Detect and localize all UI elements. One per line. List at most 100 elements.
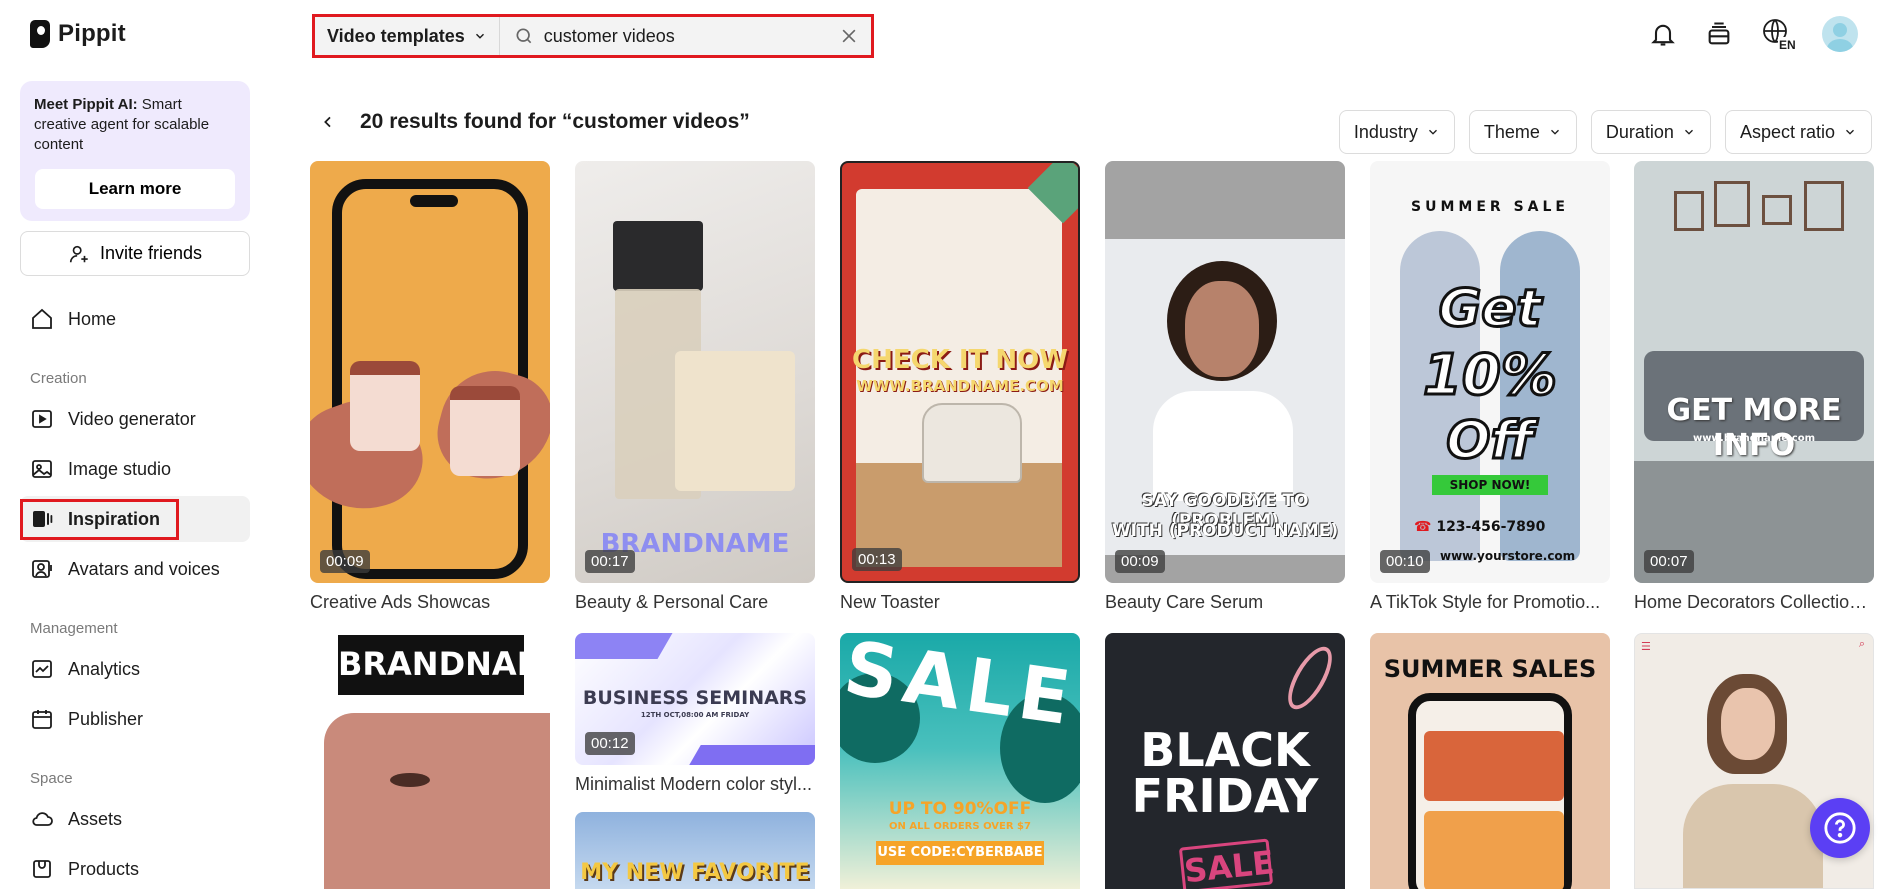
notifications-button[interactable]	[1648, 17, 1678, 51]
clear-icon[interactable]	[839, 26, 859, 46]
shirt-illustration	[1153, 391, 1293, 501]
back-button[interactable]	[318, 110, 338, 134]
frame-decoration	[1762, 195, 1792, 225]
search-icon	[516, 28, 531, 44]
sidebar-item-label: Image studio	[68, 458, 172, 479]
thumbnail-overlay-text: CHECK IT NOW	[852, 345, 1068, 375]
sidebar-item-image-studio[interactable]: Image studio	[20, 446, 250, 492]
ribbon-decoration	[1279, 640, 1341, 716]
thumbnail-overlay-subtext: ON ALL ORDERS OVER $7	[889, 821, 1031, 832]
duration-badge: 00:12	[585, 732, 635, 755]
template-thumbnail: BLACK FRIDAY SALE	[1105, 633, 1345, 889]
user-avatar[interactable]	[1822, 16, 1858, 52]
duration-badge: 00:09	[320, 550, 370, 573]
sidebar-item-products[interactable]: Products	[20, 846, 250, 889]
frame-decoration	[1674, 191, 1704, 231]
products-icon	[33, 860, 51, 878]
bell-icon	[1651, 24, 1675, 46]
section-management: Management	[30, 620, 118, 637]
subscription-button[interactable]	[1704, 17, 1734, 51]
invite-friends-button[interactable]: Invite friends	[20, 231, 250, 276]
learn-more-button[interactable]: Learn more	[35, 169, 235, 209]
sidebar-item-avatars-voices[interactable]: Avatars and voices	[20, 546, 250, 592]
stripe-decoration	[689, 745, 815, 765]
add-user-icon	[69, 245, 88, 262]
results-title: 20 results found for “customer videos”	[360, 110, 750, 133]
filter-theme[interactable]: Theme	[1468, 110, 1577, 154]
template-card[interactable]: SUMMER SALES	[1370, 633, 1610, 889]
duration-badge: 00:10	[1380, 550, 1430, 573]
chevron-down-icon	[1846, 129, 1854, 135]
section-creation: Creation	[30, 370, 87, 387]
sidebar-item-publisher[interactable]: Publisher	[20, 696, 250, 742]
template-card[interactable]: SALE UP TO 90%OFF ON ALL ORDERS OVER $7 …	[840, 633, 1080, 889]
template-card[interactable]: GET MORE INFO www.brandname.com 00:07 Ho…	[1634, 161, 1874, 613]
sidebar-item-assets[interactable]: Assets	[20, 796, 250, 842]
template-card[interactable]: SAY GOODBYE TO (PROBLEM) WITH (PRODUCT N…	[1105, 161, 1345, 613]
filter-label: Industry	[1353, 121, 1418, 142]
thumbnail-overlay-text: Get	[1437, 278, 1543, 341]
template-card[interactable]: 00:09 Creative Ads Showcas	[310, 161, 550, 613]
layers-icon	[1708, 22, 1730, 45]
phone-icon: ☎	[1414, 519, 1432, 535]
video-generator-icon	[32, 410, 52, 428]
sidebar-item-video-generator[interactable]: Video generator	[20, 396, 250, 442]
eye-illustration	[390, 773, 430, 787]
template-card[interactable]: BUSINESS SEMINARS 12TH OCT,08:00 AM FRID…	[575, 633, 815, 795]
pippit-logo-icon	[30, 20, 50, 48]
template-thumbnail: SALE UP TO 90%OFF ON ALL ORDERS OVER $7 …	[840, 633, 1080, 889]
template-thumbnail: SUMMER SALES	[1370, 633, 1610, 889]
search-input[interactable]	[543, 25, 829, 47]
promo-title: Meet Pippit AI:	[34, 96, 138, 113]
template-thumbnail: BRANDNAME 00:17	[575, 161, 815, 583]
template-card[interactable]: SUMMER SALE Get 10% Off SHOP NOW! ☎ 123-…	[1370, 161, 1610, 613]
thumbnail-overlay-text: 10%	[1421, 342, 1558, 410]
search-type-dropdown[interactable]: Video templates	[315, 17, 500, 55]
inspiration-icon	[33, 511, 53, 527]
thumbnail-overlay-text: GET MORE INFO	[1666, 393, 1842, 463]
frame-decoration	[1714, 181, 1750, 227]
thumbnail-overlay-text: Off	[1445, 410, 1536, 473]
stripe-decoration	[575, 633, 673, 659]
promo-text: Meet Pippit AI: Smart creative agent for…	[34, 95, 236, 155]
sidebar-item-label: Products	[68, 858, 140, 879]
chevron-down-icon	[1684, 129, 1693, 135]
filter-aspect-ratio[interactable]: Aspect ratio	[1724, 110, 1872, 154]
template-card[interactable]: CHECK IT NOW WWW.BRANDNAME.COM 00:13 New…	[840, 161, 1080, 613]
filter-label: Aspect ratio	[1739, 121, 1835, 142]
sidebar-item-home[interactable]: Home	[20, 296, 250, 342]
filter-industry[interactable]: Industry	[1338, 110, 1455, 154]
calendar-icon	[32, 710, 52, 729]
filter-bar: Industry Theme Duration Aspect ratio	[1338, 110, 1872, 154]
section-space: Space	[30, 770, 73, 787]
product-photo	[1424, 731, 1564, 801]
language-button[interactable]: EN	[1760, 17, 1796, 51]
template-title: Beauty & Personal Care	[575, 592, 769, 612]
face-photo	[324, 713, 550, 889]
template-card[interactable]: BRANDNAME	[310, 633, 550, 889]
template-card[interactable]: MY NEW FAVORITE	[575, 812, 815, 889]
chevron-down-icon	[1428, 129, 1437, 135]
template-thumbnail: BRANDNAME	[310, 633, 550, 889]
sidebar-item-label: Video generator	[68, 408, 196, 429]
pippit-logo[interactable]: Pippit	[30, 20, 126, 48]
toaster-illustration	[922, 403, 1022, 483]
thumbnail-overlay-subtext: 12TH OCT,08:00 AM FRIDAY	[640, 711, 750, 719]
promo-card: Meet Pippit AI: Smart creative agent for…	[20, 81, 250, 221]
sidebar-item-analytics[interactable]: Analytics	[20, 646, 250, 692]
duration-badge: 00:07	[1644, 550, 1694, 573]
filter-label: Theme	[1483, 121, 1540, 142]
bottle-cap	[613, 221, 703, 291]
sidebar-item-label: Home	[68, 308, 117, 329]
search-field	[500, 17, 871, 55]
filter-duration[interactable]: Duration	[1590, 110, 1711, 154]
phone-number: ☎ 123-456-7890	[1414, 519, 1545, 535]
sidebar-item-inspiration[interactable]: Inspiration	[20, 496, 250, 542]
sweater-illustration	[1683, 784, 1823, 888]
template-card[interactable]: BLACK FRIDAY SALE	[1105, 633, 1345, 889]
frame-decoration	[1804, 181, 1844, 231]
template-title: Creative Ads Showcas	[310, 592, 491, 612]
template-card[interactable]: BRANDNAME 00:17 Beauty & Personal Care	[575, 161, 815, 613]
help-button[interactable]	[1810, 798, 1870, 858]
chevron-down-icon	[1550, 129, 1559, 135]
